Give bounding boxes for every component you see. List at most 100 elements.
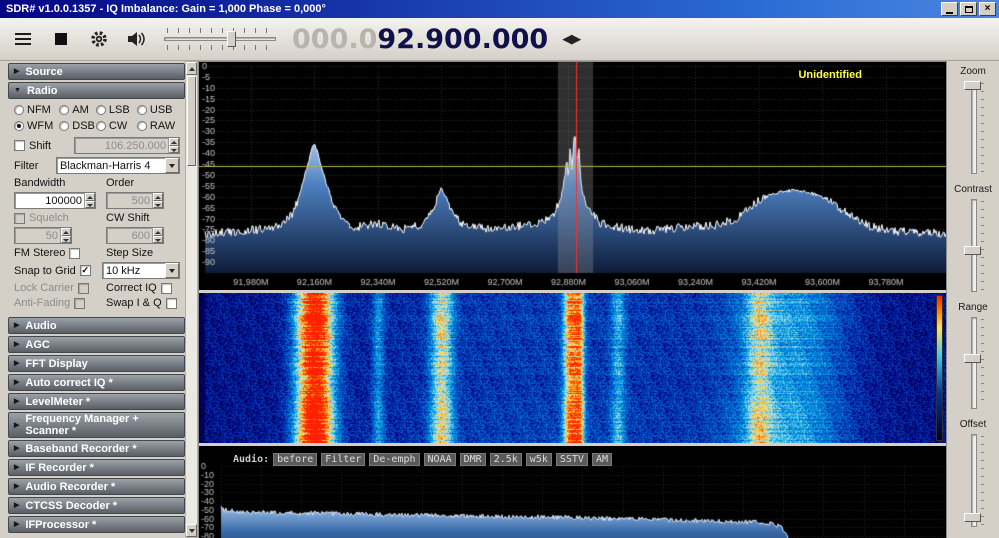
shift-checkbox[interactable]: Shift <box>14 140 51 152</box>
close-button[interactable]: × <box>979 2 996 16</box>
spin-up-icon[interactable] <box>153 228 163 236</box>
swap-iq-checkbox[interactable]: Swap I & Q <box>106 297 177 309</box>
panel-header-ctcss-decoder[interactable]: ▶ CTCSS Decoder * <box>8 497 185 514</box>
scrollbar-track[interactable] <box>186 167 197 524</box>
spin-up-icon[interactable] <box>85 193 95 201</box>
range-slider-thumb[interactable] <box>964 354 981 364</box>
panel-header-fft-display[interactable]: ▶ FFT Display <box>8 355 185 372</box>
cw-shift-spinner[interactable] <box>152 228 163 243</box>
zoom-slider[interactable] <box>961 79 985 176</box>
mode-usb[interactable]: USB <box>136 104 180 116</box>
mode-nfm[interactable]: NFM <box>14 104 59 116</box>
minimize-button[interactable] <box>941 2 958 16</box>
mode-raw[interactable]: RAW <box>136 120 180 132</box>
scrollbar-thumb[interactable] <box>187 76 196 166</box>
sidebar-scrollbar[interactable] <box>185 61 198 538</box>
order-input[interactable]: 500 <box>106 192 164 209</box>
panel-header-frequency-manager[interactable]: ▶ Frequency Manager + Scanner * <box>8 412 185 438</box>
mode-cw[interactable]: CW <box>95 120 137 132</box>
spin-up-icon[interactable] <box>169 138 179 146</box>
panel-header-source[interactable]: ▶ Source <box>8 63 185 80</box>
shift-input[interactable]: 106.250.000 <box>74 137 180 154</box>
rf-spectrum-canvas[interactable] <box>199 62 946 290</box>
panel-header-radio[interactable]: ▼ Radio <box>8 82 185 99</box>
shift-spinner[interactable] <box>168 138 179 153</box>
squelch-value[interactable]: 50 <box>15 228 60 243</box>
snap-to-grid-checkbox[interactable]: Snap to Grid ✓ <box>14 265 91 277</box>
squelch-checkbox[interactable]: Squelch <box>14 212 69 224</box>
panel-header-baseband-recorder[interactable]: ▶ Baseband Recorder * <box>8 440 185 457</box>
filter-dropdown[interactable]: Blackman-Harris 4 <box>56 157 180 174</box>
mute-button[interactable] <box>124 26 150 52</box>
scroll-down-icon[interactable] <box>186 524 197 537</box>
badge-am[interactable]: AM <box>591 453 612 466</box>
spin-down-icon[interactable] <box>85 200 95 208</box>
panel-header-agc[interactable]: ▶ AGC <box>8 336 185 353</box>
spin-down-icon[interactable] <box>169 145 179 153</box>
titlebar[interactable]: SDR# v1.0.0.1357 - IQ Imbalance: Gain = … <box>0 0 999 18</box>
contrast-slider[interactable] <box>961 197 985 294</box>
step-up-icon[interactable]: ▶ <box>571 31 581 47</box>
checkbox-icon[interactable] <box>14 212 25 224</box>
menu-button[interactable] <box>10 26 36 52</box>
panel-header-if-recorder[interactable]: ▶ IF Recorder * <box>8 459 185 476</box>
stop-button[interactable] <box>48 26 74 52</box>
checkbox-icon[interactable] <box>77 282 89 294</box>
badge-sstv[interactable]: SSTV <box>555 453 588 466</box>
scroll-up-icon[interactable] <box>186 62 197 75</box>
checkbox-icon[interactable] <box>160 282 172 294</box>
dropdown-arrow-icon[interactable] <box>165 263 179 278</box>
bandwidth-value[interactable]: 100000 <box>15 193 84 208</box>
order-value[interactable]: 500 <box>107 193 152 208</box>
maximize-button[interactable] <box>960 2 977 16</box>
cw-shift-input[interactable]: 600 <box>106 227 164 244</box>
offset-slider-thumb[interactable] <box>964 513 981 523</box>
contrast-slider-thumb[interactable] <box>964 245 981 255</box>
offset-slider[interactable] <box>961 432 985 529</box>
bandwidth-spinner[interactable] <box>84 193 95 208</box>
spin-down-icon[interactable] <box>153 235 163 243</box>
badge-before[interactable]: before <box>273 453 318 466</box>
badge-w5k[interactable]: w5k <box>525 453 552 466</box>
panel-header-auto-correct-iq[interactable]: ▶ Auto correct IQ * <box>8 374 185 391</box>
waterfall-canvas[interactable] <box>199 293 946 443</box>
volume-thumb[interactable] <box>227 31 237 47</box>
frequency-display[interactable]: 000.0 92.900.000 <box>292 24 548 55</box>
badge-filter[interactable]: Filter <box>321 453 366 466</box>
checkbox-icon[interactable] <box>165 297 177 309</box>
zoom-slider-thumb[interactable] <box>964 80 981 90</box>
mode-am[interactable]: AM <box>59 104 96 116</box>
correct-iq-checkbox[interactable]: Correct IQ <box>106 282 172 294</box>
fm-stereo-checkbox[interactable]: FM Stereo <box>14 247 81 259</box>
order-spinner[interactable] <box>152 193 163 208</box>
spin-down-icon[interactable] <box>61 235 71 243</box>
range-slider[interactable] <box>961 315 985 412</box>
squelch-spinner[interactable] <box>60 228 71 243</box>
frequency-leading-zeros[interactable]: 000.0 <box>292 24 377 55</box>
mode-wfm[interactable]: WFM <box>14 120 59 132</box>
squelch-input[interactable]: 50 <box>14 227 72 244</box>
cw-shift-value[interactable]: 600 <box>107 228 152 243</box>
volume-track[interactable] <box>164 37 276 41</box>
step-size-dropdown[interactable]: 10 kHz <box>102 262 180 279</box>
badge-2-5k[interactable]: 2.5k <box>489 453 522 466</box>
checkbox-icon[interactable] <box>69 247 81 259</box>
spin-up-icon[interactable] <box>153 193 163 201</box>
mode-dsb[interactable]: DSB <box>59 120 96 132</box>
panel-header-ifprocessor[interactable]: ▶ IFProcessor * <box>8 516 185 533</box>
panel-header-audio[interactable]: ▶ Audio <box>8 317 185 334</box>
volume-slider[interactable] <box>164 27 276 51</box>
frequency-value[interactable]: 92.900.000 <box>377 24 548 55</box>
badge-noaa[interactable]: NOAA <box>423 453 456 466</box>
badge-dmr[interactable]: DMR <box>459 453 486 466</box>
anti-fading-checkbox[interactable]: Anti-Fading <box>14 297 86 309</box>
dropdown-arrow-icon[interactable] <box>165 158 179 173</box>
checkbox-checked-icon[interactable]: ✓ <box>79 265 91 276</box>
panel-header-levelmeter[interactable]: ▶ LevelMeter * <box>8 393 185 410</box>
settings-button[interactable] <box>86 26 112 52</box>
panel-header-audio-recorder[interactable]: ▶ Audio Recorder * <box>8 478 185 495</box>
frequency-step-buttons[interactable]: ◀ ▶ <box>562 31 581 47</box>
lock-carrier-checkbox[interactable]: Lock Carrier <box>14 282 89 294</box>
mode-lsb[interactable]: LSB <box>95 104 137 116</box>
shift-value[interactable]: 106.250.000 <box>75 138 168 153</box>
